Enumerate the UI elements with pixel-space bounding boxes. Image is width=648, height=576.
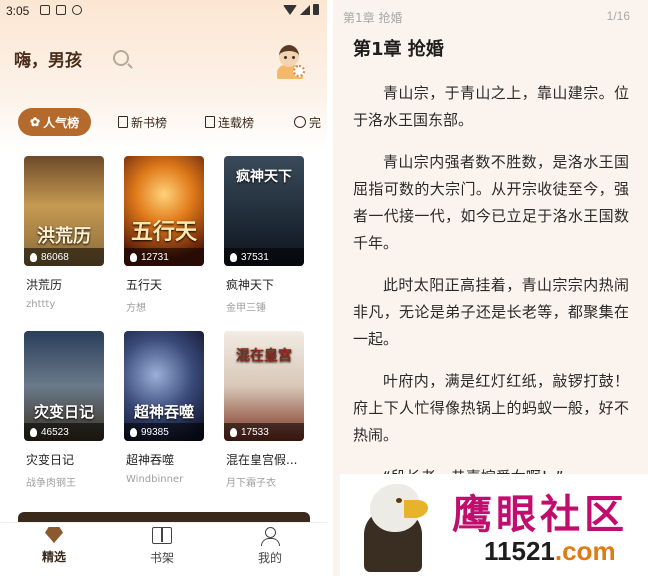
person-icon xyxy=(260,527,280,546)
book-title[interactable]: 混在皇宫假... xyxy=(226,451,297,468)
battery-icon xyxy=(313,4,319,15)
book-author: zhttty xyxy=(26,299,56,310)
heat-count: 46523 xyxy=(41,426,69,438)
page-indicator: 1/16 xyxy=(606,9,630,23)
nav-label: 书架 xyxy=(149,551,174,565)
heat-count: 86068 xyxy=(41,251,69,263)
eagle-beak xyxy=(404,500,428,518)
book-author: 金甲三锤 xyxy=(226,303,266,314)
notification-icon xyxy=(72,5,82,15)
book-title[interactable]: 疯神天下 xyxy=(226,276,274,293)
document-icon xyxy=(118,116,128,128)
diamond-icon xyxy=(45,527,63,543)
status-right-icons xyxy=(283,4,319,15)
tab-label: 新书榜 xyxy=(131,115,168,130)
book-author: 方想 xyxy=(126,303,146,314)
watermark-url: 11521.com xyxy=(484,536,616,567)
watermark: 鹰眼社区 11521.com xyxy=(340,474,648,576)
book-cover[interactable]: 混在皇宫 17533 xyxy=(224,331,304,441)
search-icon[interactable] xyxy=(113,50,129,66)
cover-title: 灾变日记 xyxy=(33,403,94,421)
tab-finished[interactable]: 完 xyxy=(294,108,321,136)
heat-badge: 86068 xyxy=(24,248,104,266)
notification-icon xyxy=(56,5,66,15)
heat-badge: 46523 xyxy=(24,423,104,441)
book-author: 月下霜子衣 xyxy=(226,478,276,489)
bottom-nav: 精选 书架 我的 xyxy=(0,522,327,576)
status-time: 3:05 xyxy=(6,4,30,18)
avatar-eye xyxy=(284,56,287,59)
nav-label: 我的 xyxy=(257,551,282,565)
notification-icon xyxy=(40,5,50,15)
cover-title: 五行天 xyxy=(130,220,197,245)
flame-icon xyxy=(230,252,237,262)
book-shelf-icon xyxy=(152,527,172,544)
watermark-text: 鹰眼社区 xyxy=(452,491,628,538)
book-title[interactable]: 超神吞噬 xyxy=(126,451,174,468)
heat-count: 99385 xyxy=(141,426,169,438)
tab-serial[interactable]: 连载榜 xyxy=(205,108,254,136)
nav-label: 精选 xyxy=(41,550,66,564)
flame-icon xyxy=(30,252,37,262)
heat-badge: 37531 xyxy=(224,248,304,266)
heat-count: 37531 xyxy=(241,251,269,263)
tab-label: 连载榜 xyxy=(218,115,255,130)
paragraph: 青山宗，于青山之上，靠山建宗。位于洛水王国东部。 xyxy=(353,84,629,129)
reader-chapter-header: 第1章 抢婚 xyxy=(343,11,403,25)
nav-featured[interactable]: 精选 xyxy=(24,527,84,565)
paragraph: 青山宗内强者数不胜数，是洛水王国屈指可数的大宗门。从开宗收徒至今，强者一代接一代… xyxy=(353,153,629,252)
book-author: 战争肉钢王 xyxy=(26,478,76,489)
status-bar: 3:05 xyxy=(0,0,327,22)
flower-icon: ✿ xyxy=(30,115,41,129)
book-author: Windbinner xyxy=(126,474,184,485)
book-cover[interactable]: 超神吞噬 99385 xyxy=(124,331,204,441)
heat-count: 12731 xyxy=(141,251,169,263)
eagle-eye xyxy=(396,498,402,503)
chapter-body: 青山宗，于青山之上，靠山建宗。位于洛水王国东部。 青山宗内强者数不胜数，是洛水王… xyxy=(353,80,629,506)
heat-badge: 17533 xyxy=(224,423,304,441)
avatar-head xyxy=(279,45,299,67)
paragraph: 叶府内，满是红灯红纸，敲锣打鼓！府上下人忙得像热锅上的蚂蚁一般，好不热闹。 xyxy=(353,372,629,444)
book-cover[interactable]: 洪荒历 86068 xyxy=(24,156,104,266)
signal-icon xyxy=(300,4,310,15)
eagle-logo xyxy=(360,482,434,572)
nav-profile[interactable]: 我的 xyxy=(240,527,300,566)
tab-new-books[interactable]: 新书榜 xyxy=(118,108,167,136)
bookmark-icon xyxy=(205,116,215,128)
greeting-title: 嗨，男孩 xyxy=(14,51,82,71)
url-suffix: .com xyxy=(554,536,616,566)
flame-icon xyxy=(130,252,137,262)
tab-label: 人气榜 xyxy=(43,115,80,130)
paragraph: 此时太阳正高挂着，青山宗宗内热闹非凡，无论是弟子还是长老等，都聚集在一起。 xyxy=(353,276,629,348)
cover-title: 超神吞噬 xyxy=(133,403,194,421)
heat-badge: 12731 xyxy=(124,248,204,266)
flame-icon xyxy=(130,427,137,437)
book-cover[interactable]: 疯神天下 37531 xyxy=(224,156,304,266)
cover-title: 混在皇宫 xyxy=(236,348,292,364)
book-title[interactable]: 灾变日记 xyxy=(26,451,74,468)
flame-icon xyxy=(30,427,37,437)
check-circle-icon xyxy=(294,116,306,128)
flame-icon xyxy=(230,427,237,437)
heat-count: 17533 xyxy=(241,426,269,438)
avatar-eye xyxy=(292,56,295,59)
chapter-title: 第1章 抢婚 xyxy=(353,39,444,60)
avatar[interactable] xyxy=(273,43,307,79)
book-title[interactable]: 洪荒历 xyxy=(26,276,62,293)
cover-title: 疯神天下 xyxy=(236,169,292,185)
bookstore-home-screen: 3:05 嗨，男孩 ✿ 人气榜 新书榜 连载榜 完 洪荒历 86068 洪荒历 … xyxy=(0,0,327,576)
nav-bookshelf[interactable]: 书架 xyxy=(132,527,192,566)
book-cover[interactable]: 五行天 12731 xyxy=(124,156,204,266)
cover-title: 洪荒历 xyxy=(37,226,91,247)
url-prefix: 11521 xyxy=(484,536,555,566)
gear-icon xyxy=(293,65,305,77)
tab-label: 完 xyxy=(309,115,322,130)
book-cover[interactable]: 灾变日记 46523 xyxy=(24,331,104,441)
wifi-icon xyxy=(283,4,297,15)
tab-popular[interactable]: ✿ 人气榜 xyxy=(18,108,92,136)
heat-badge: 99385 xyxy=(124,423,204,441)
book-title[interactable]: 五行天 xyxy=(126,276,162,293)
ranking-tabs: ✿ 人气榜 新书榜 连载榜 完 xyxy=(0,108,327,136)
